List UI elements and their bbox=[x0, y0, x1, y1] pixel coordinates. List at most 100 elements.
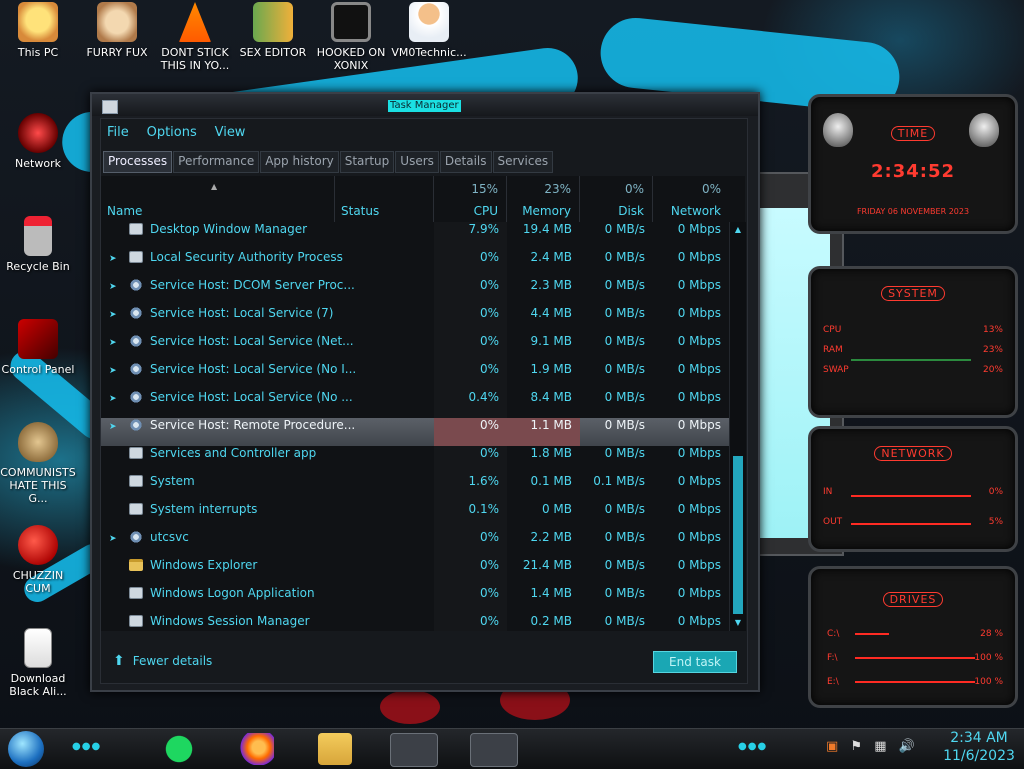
expand-chevron-icon[interactable]: ➤ bbox=[109, 336, 117, 350]
taskbar-file-explorer-icon[interactable] bbox=[318, 733, 352, 765]
desktop-icon-vm0technic[interactable]: VM0Technic... bbox=[391, 2, 467, 59]
expand-chevron-icon[interactable]: ➤ bbox=[109, 280, 117, 294]
tab-details[interactable]: Details bbox=[439, 151, 492, 173]
disk-cell: 0 MB/s bbox=[604, 530, 645, 544]
tray-app-icon[interactable]: ▣ bbox=[826, 739, 838, 754]
desktop-icon-dont-stick[interactable]: DONT STICK THIS IN YO... bbox=[157, 2, 233, 72]
cpu-cell: 0.1% bbox=[468, 502, 500, 516]
process-name: Service Host: Local Service (No I... bbox=[150, 362, 357, 376]
end-task-button[interactable]: End task bbox=[653, 651, 737, 673]
memory-cell: 2.4 MB bbox=[530, 250, 572, 264]
vertical-scrollbar[interactable]: ▲ ▼ bbox=[729, 222, 746, 631]
fewer-details-button[interactable]: ⬆ Fewer details bbox=[113, 653, 212, 669]
process-row[interactable]: Windows Explorer 0% 21.4 MB 0 MB/s 0 Mbps bbox=[101, 558, 729, 586]
expand-chevron-icon[interactable]: ➤ bbox=[109, 252, 117, 266]
column-header-cpu[interactable]: 15% CPU bbox=[434, 176, 507, 222]
process-row[interactable]: Services and Controller app 0% 1.8 MB 0 MB/… bbox=[101, 446, 729, 474]
desktop-icon-chuzzin[interactable]: CHUZZIN CUM bbox=[0, 525, 76, 595]
column-header-memory[interactable]: 23% Memory bbox=[507, 176, 580, 222]
network-cell: 0 Mbps bbox=[677, 586, 721, 600]
task-manager-window[interactable]: Task Manager File Options View Processes… bbox=[90, 92, 760, 692]
column-header-status[interactable]: Status bbox=[335, 176, 434, 222]
process-row[interactable]: ➤ Service Host: Remote Procedure... 0% 1.1 … bbox=[101, 418, 729, 446]
desktop-icon-label: Download Black Ali... bbox=[9, 672, 67, 698]
decor-dots: ●●● bbox=[738, 741, 768, 752]
gadget-title: DRIVES bbox=[811, 592, 1015, 607]
cpu-cell: 0% bbox=[479, 250, 499, 264]
taskbar-clock[interactable]: 2:34 AM 11/6/2023 bbox=[934, 729, 1024, 765]
gadget-system[interactable]: SYSTEM CPU 13% RAM 23% SWAP 20% bbox=[808, 266, 1018, 418]
process-row[interactable]: System 1.6% 0.1 MB 0.1 MB/s 0 Mbps bbox=[101, 474, 729, 502]
column-header-name[interactable]: ▲ Name bbox=[101, 176, 335, 222]
desktop-icon-network[interactable]: Network bbox=[0, 113, 76, 170]
expand-chevron-icon[interactable]: ➤ bbox=[109, 420, 117, 434]
desktop-icon-furry-fux[interactable]: FURRY FUX bbox=[79, 2, 155, 59]
tab-processes[interactable]: Processes bbox=[103, 151, 173, 173]
start-button[interactable] bbox=[8, 731, 44, 767]
process-row[interactable]: ➤ Service Host: Local Service (No ... 0.4%… bbox=[101, 390, 729, 418]
gadget-time[interactable]: TIME 2:34:52 FRIDAY 06 NOVEMBER 2023 bbox=[808, 94, 1018, 234]
taskbar-firefox-icon[interactable] bbox=[240, 733, 274, 765]
process-name: Desktop Window Manager bbox=[150, 222, 308, 236]
tab-performance[interactable]: Performance bbox=[173, 151, 260, 173]
wallpaper-red-shape bbox=[380, 690, 440, 724]
tab-users[interactable]: Users bbox=[395, 151, 439, 173]
process-name: Service Host: Local Service (No ... bbox=[150, 390, 353, 404]
taskbar-task-manager-icon[interactable] bbox=[470, 733, 518, 767]
column-header-disk[interactable]: 0% Disk bbox=[580, 176, 653, 222]
column-header-network[interactable]: 0% Network bbox=[653, 176, 729, 222]
tab-services[interactable]: Services bbox=[492, 151, 554, 173]
process-row[interactable]: Windows Logon Application 0% 1.4 MB 0 MB/s 0… bbox=[101, 586, 729, 614]
network-value: 5% bbox=[988, 517, 1003, 527]
expand-chevron-icon[interactable]: ➤ bbox=[109, 364, 117, 378]
process-row[interactable]: ➤ Service Host: Local Service (Net... 0% 9.… bbox=[101, 334, 729, 362]
process-list-panel: ▲ Name Status 15% CPU 23% Memory 0% Disk… bbox=[101, 176, 746, 631]
scroll-down-icon[interactable]: ▼ bbox=[732, 617, 744, 629]
expand-chevron-icon[interactable]: ➤ bbox=[109, 532, 117, 546]
gadget-network[interactable]: NETWORK IN 0% OUT 5% bbox=[808, 426, 1018, 552]
tab-app-history[interactable]: App history bbox=[260, 151, 339, 173]
tray-volume-icon[interactable]: 🔊 bbox=[899, 739, 915, 754]
window-body: File Options View Processes Performance Ap… bbox=[100, 118, 748, 684]
scrollbar-thumb[interactable] bbox=[733, 456, 743, 614]
taskbar-control-card-icon[interactable] bbox=[390, 733, 438, 767]
desktop-icon-sex-editor[interactable]: SEX EDITOR bbox=[235, 2, 311, 59]
tab-startup[interactable]: Startup bbox=[339, 151, 395, 173]
scroll-up-icon[interactable]: ▲ bbox=[732, 224, 744, 236]
tray-flag-icon[interactable]: ⚑ bbox=[850, 739, 862, 754]
memory-cell: 1.4 MB bbox=[530, 586, 572, 600]
cpu-cell: 0% bbox=[479, 446, 499, 460]
desktop-icon-hooked-on-xonix[interactable]: HOOKED ON XONIX bbox=[313, 2, 389, 72]
gadget-drives[interactable]: DRIVES C:\ 28 % F:\ 100 % E:\ 100 % bbox=[808, 566, 1018, 708]
process-row[interactable]: ➤ Service Host: Local Service (No I... 0% 1… bbox=[101, 362, 729, 390]
process-row[interactable]: ➤ Service Host: Local Service (7) 0% 4.4 MB… bbox=[101, 306, 729, 334]
desktop-icon-communists[interactable]: COMMUNISTS HATE THIS G... bbox=[0, 422, 76, 505]
process-row[interactable]: ➤ Service Host: DCOM Server Proc... 0% 2.3 … bbox=[101, 278, 729, 306]
service-gear-icon bbox=[129, 279, 143, 291]
desktop-icon-download[interactable]: Download Black Ali... bbox=[0, 628, 76, 698]
cartoon-icon bbox=[97, 2, 137, 42]
tray-network-icon[interactable]: ▦ bbox=[874, 739, 886, 754]
process-row[interactable]: ➤ Local Security Authority Process 0% 2.4 M… bbox=[101, 250, 729, 278]
process-name: Windows Explorer bbox=[150, 558, 258, 572]
desktop-icon-control-panel[interactable]: Control Panel bbox=[0, 319, 76, 376]
menu-view[interactable]: View bbox=[215, 125, 246, 140]
desktop-icon-this-pc[interactable]: This PC bbox=[0, 2, 76, 59]
menu-options[interactable]: Options bbox=[147, 125, 197, 140]
process-row[interactable]: System interrupts 0.1% 0 MB 0 MB/s 0 Mbps bbox=[101, 502, 729, 530]
menu-file[interactable]: File bbox=[107, 125, 129, 140]
disk-cell: 0 MB/s bbox=[604, 558, 645, 572]
taskbar-spotify-icon[interactable] bbox=[162, 733, 196, 765]
expand-chevron-icon[interactable]: ➤ bbox=[109, 308, 117, 322]
drive-value: 100 % bbox=[974, 653, 1003, 663]
process-row[interactable]: ➤ utcsvc 0% 2.2 MB 0 MB/s 0 Mbps bbox=[101, 530, 729, 558]
process-name-cell: Services and Controller app bbox=[101, 446, 434, 474]
process-name-cell: ➤ Service Host: Local Service (Net... bbox=[101, 334, 434, 362]
process-row[interactable]: Desktop Window Manager 7.9% 19.4 MB 0 MB/s 0… bbox=[101, 222, 729, 250]
process-name: Service Host: Local Service (7) bbox=[150, 306, 334, 320]
expand-chevron-icon[interactable]: ➤ bbox=[109, 392, 117, 406]
desktop-icon-recycle-bin[interactable]: Recycle Bin bbox=[0, 216, 76, 273]
title-bar[interactable]: Task Manager bbox=[92, 94, 758, 116]
process-name: Windows Logon Application bbox=[150, 586, 315, 600]
process-name: System bbox=[150, 474, 195, 488]
